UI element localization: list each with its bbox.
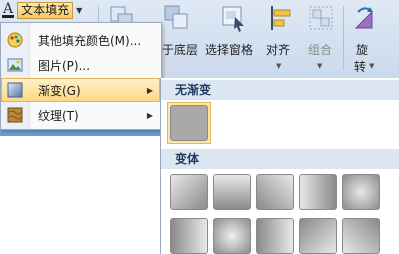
gradient-swatch[interactable] <box>170 174 208 210</box>
menu-item-label: 其他填充颜色(M)... <box>38 33 142 48</box>
menu-item-gradient[interactable]: 渐变(G) ▶ <box>1 78 160 102</box>
variants-header: 变体 <box>161 149 399 169</box>
menu-item-label: 纹理(T) <box>38 108 79 123</box>
texture-icon <box>2 107 28 123</box>
gradient-swatch[interactable] <box>342 218 380 254</box>
picture-icon <box>2 57 28 73</box>
selection-pane-icon[interactable] <box>220 4 248 32</box>
rotate-label-line2[interactable]: 转 <box>354 58 366 75</box>
no-gradient-header: 无渐变 <box>161 80 399 100</box>
gradient-swatch[interactable] <box>213 218 251 254</box>
gradient-icon <box>2 82 28 98</box>
text-fill-menu: 其他填充颜色(M)... 图片(P)... 渐变(G) ▶ 纹理(T) ▶ <box>0 22 162 130</box>
selection-pane-label[interactable]: 选择窗格 <box>205 41 253 58</box>
rotate-icon[interactable] <box>350 4 378 32</box>
text-color-a-icon: A <box>2 0 15 18</box>
gradient-swatch[interactable] <box>299 174 337 210</box>
rotate-label-line1[interactable]: 旋 <box>356 41 368 58</box>
align-icon[interactable] <box>268 4 296 32</box>
gradient-swatch[interactable] <box>170 218 208 254</box>
group-label[interactable]: 组合 <box>308 41 332 58</box>
menu-item-label: 渐变(G) <box>38 83 81 98</box>
menu-item-picture[interactable]: 图片(P)... <box>2 54 159 76</box>
gradient-swatch[interactable] <box>256 218 294 254</box>
ribbon-separator <box>343 6 344 70</box>
gradient-swatch[interactable] <box>342 174 380 210</box>
group-icon[interactable] <box>307 4 335 32</box>
send-to-back-label[interactable]: 于底层 <box>162 41 198 58</box>
gradient-gallery: 无渐变 变体 <box>160 78 399 254</box>
document-page <box>0 136 160 254</box>
text-fill-label: 文本填充 <box>17 1 74 19</box>
no-gradient-swatch[interactable] <box>170 105 208 141</box>
chevron-down-icon[interactable]: ▼ <box>369 62 374 70</box>
chevron-down-icon[interactable]: ▼ <box>76 6 82 15</box>
chevron-down-icon[interactable]: ▼ <box>317 62 322 70</box>
gradient-swatch[interactable] <box>213 174 251 210</box>
send-to-back-icon[interactable] <box>163 4 191 32</box>
menu-item-more-fill-colors[interactable]: 其他填充颜色(M)... <box>2 29 159 51</box>
submenu-arrow-icon: ▶ <box>146 85 153 95</box>
menu-item-label: 图片(P)... <box>38 58 91 73</box>
menu-item-texture[interactable]: 纹理(T) ▶ <box>2 104 159 126</box>
text-fill-button[interactable]: A 文本填充 ▼ <box>2 1 94 19</box>
submenu-arrow-icon: ▶ <box>146 110 153 120</box>
align-label[interactable]: 对齐 <box>266 41 290 58</box>
gradient-swatch[interactable] <box>299 218 337 254</box>
gradient-swatch[interactable] <box>256 174 294 210</box>
color-palette-icon <box>2 32 28 48</box>
chevron-down-icon[interactable]: ▼ <box>276 62 281 70</box>
